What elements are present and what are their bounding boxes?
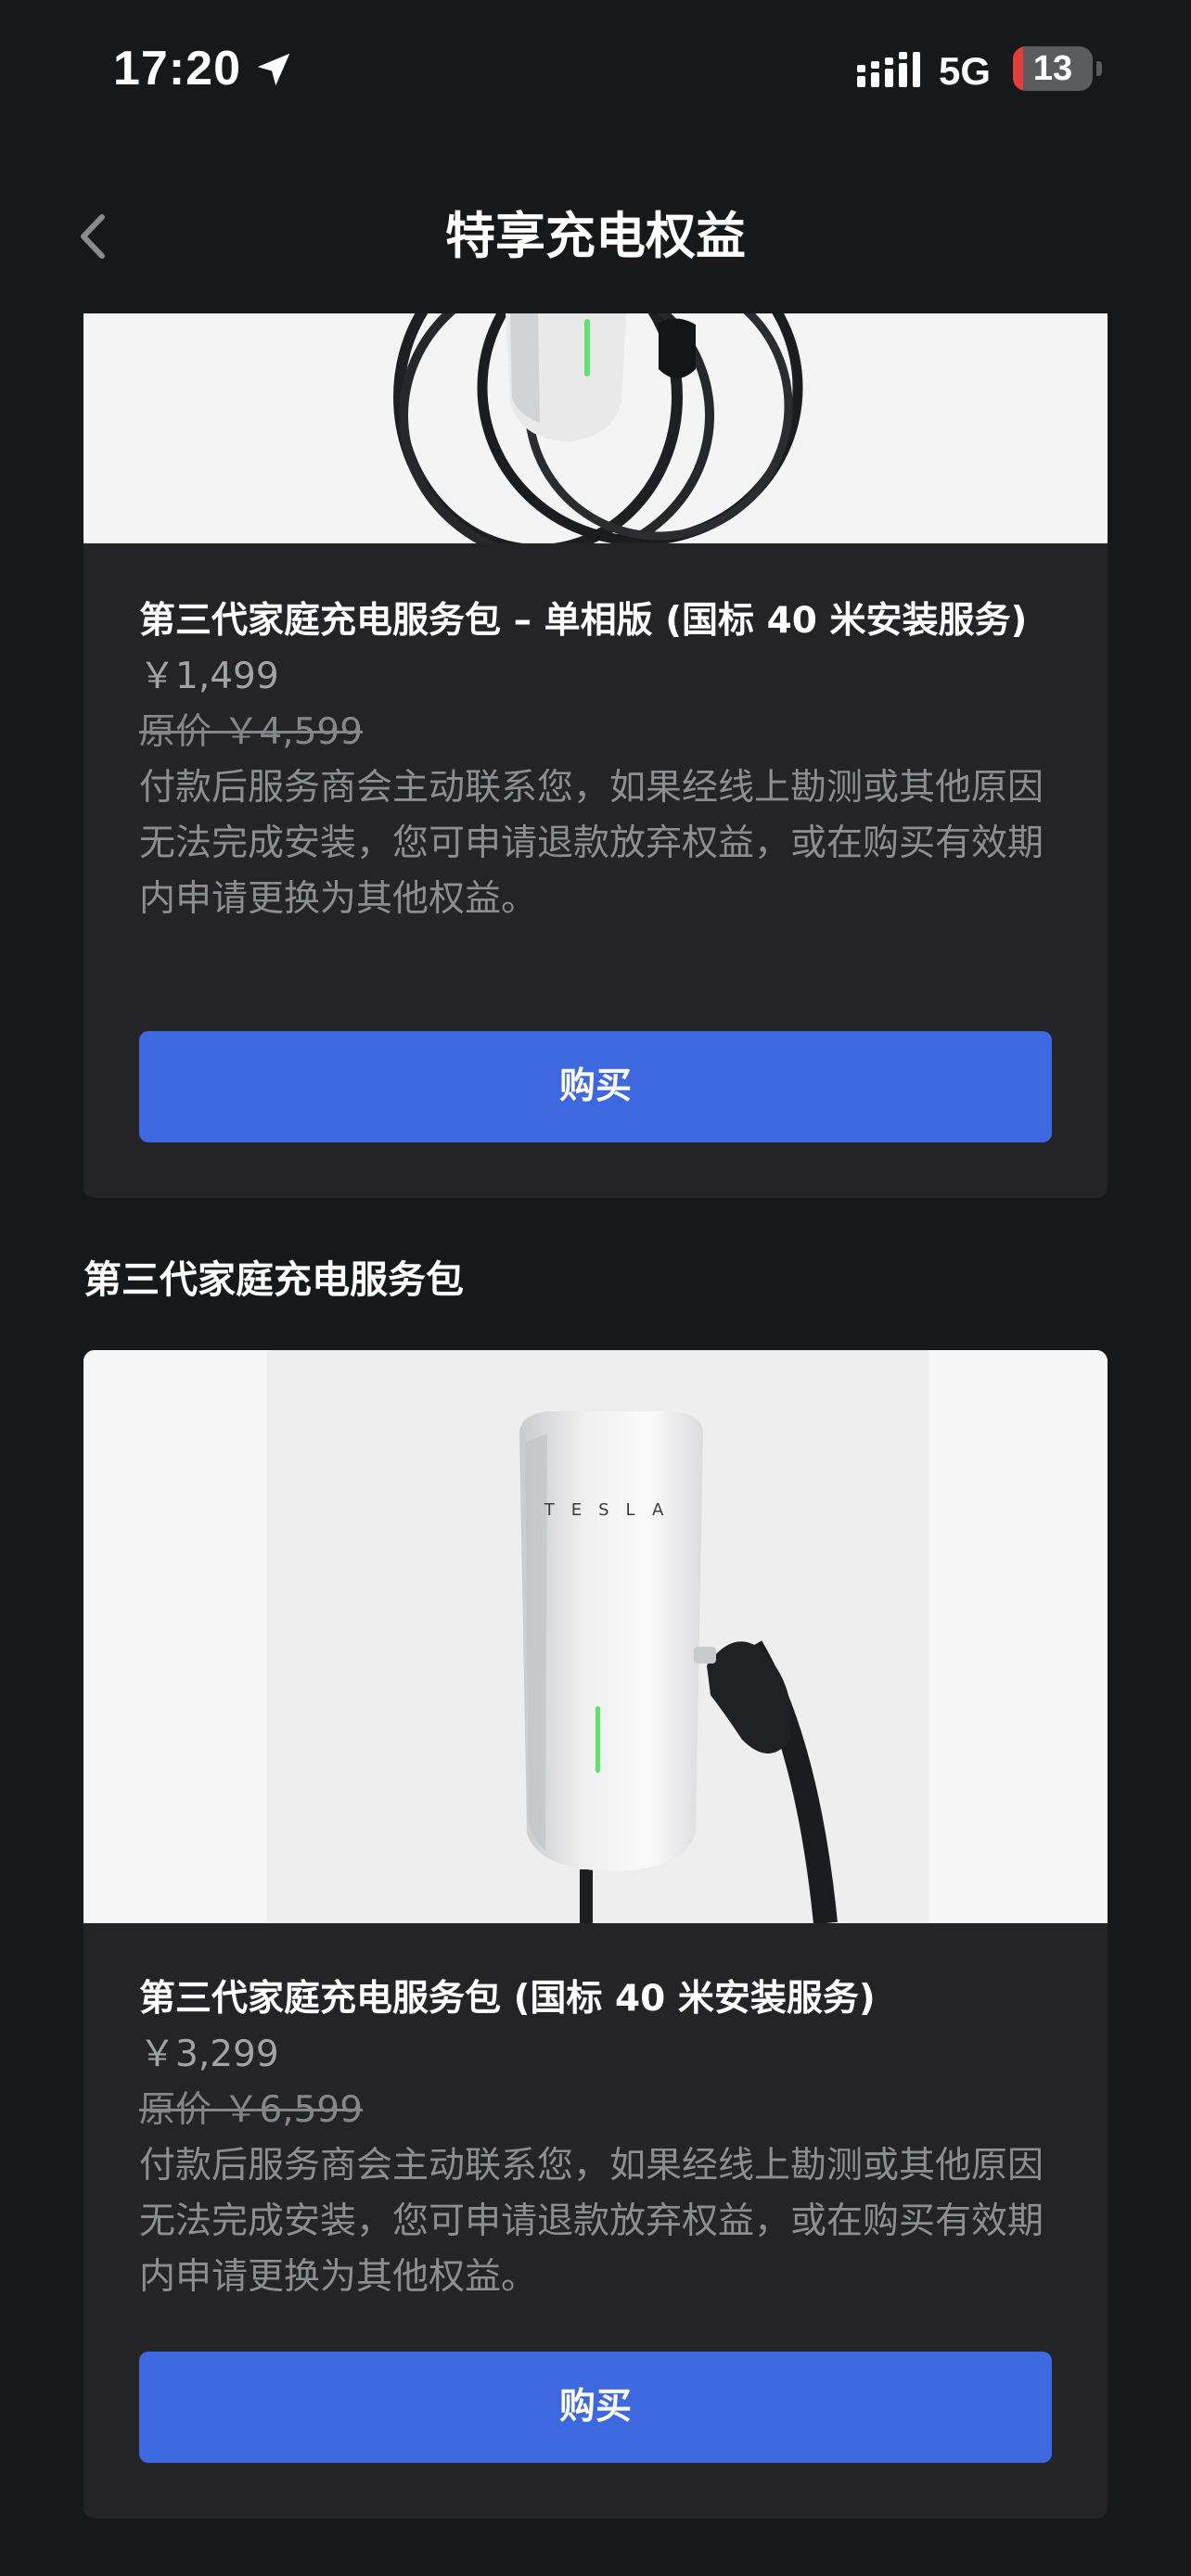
product-description: 付款后服务商会主动联系您，如果经线上勘测或其他原因无法完成安装，您可申请退款放弃…	[139, 2145, 1044, 2298]
product-price: ￥1,499	[139, 656, 279, 697]
signal-icon	[857, 52, 920, 87]
buy-button[interactable]: 购买	[139, 2352, 1052, 2463]
status-bar: 17:20 5G 13	[0, 0, 1191, 139]
product-title: 第三代家庭充电服务包 – 单相版 (国标 40 米安装服务)	[139, 600, 1028, 642]
product-image	[83, 313, 1108, 543]
battery-cap	[1096, 61, 1102, 76]
status-time: 17:20	[113, 42, 241, 96]
nav-bar: 特享充电权益	[0, 176, 1191, 297]
original-price: 原价 ￥6,599	[139, 2089, 364, 2131]
product-image: TESLA	[83, 1350, 1108, 1923]
original-price: 原价 ￥4,599	[139, 711, 364, 753]
section-header: 第三代家庭充电服务包	[83, 1257, 464, 1302]
battery-icon: 13	[1013, 46, 1093, 91]
page-title: 特享充电权益	[445, 207, 746, 265]
product-card: 第三代家庭充电服务包 – 单相版 (国标 40 米安装服务) ￥1,499 原价…	[83, 313, 1108, 1198]
product-price: ￥3,299	[139, 2034, 279, 2075]
connector-brand: TESLA	[544, 1500, 681, 1520]
content-scroll[interactable]: 第三代家庭充电服务包 – 单相版 (国标 40 米安装服务) ￥1,499 原价…	[0, 313, 1191, 2576]
network-label: 5G	[939, 49, 992, 93]
product-info: 第三代家庭充电服务包 – 单相版 (国标 40 米安装服务) ￥1,499 原价…	[139, 593, 1052, 927]
location-arrow-icon	[257, 53, 290, 86]
product-description: 付款后服务商会主动联系您，如果经线上勘测或其他原因无法完成安装，您可申请退款放弃…	[139, 767, 1044, 920]
product-info: 第三代家庭充电服务包 (国标 40 米安装服务) ￥3,299 原价 ￥6,59…	[139, 1971, 1052, 2305]
product-title: 第三代家庭充电服务包 (国标 40 米安装服务)	[139, 1978, 876, 2020]
product-card: TESLA 第三代家庭充电服务包 (国标 40 米安装服务) ￥3,299 原价…	[83, 1350, 1108, 2519]
wall-connector-image	[83, 313, 1108, 543]
buy-button[interactable]: 购买	[139, 1031, 1052, 1142]
battery-level: 13	[1032, 49, 1073, 88]
wall-connector-image: TESLA	[83, 1350, 1108, 1923]
